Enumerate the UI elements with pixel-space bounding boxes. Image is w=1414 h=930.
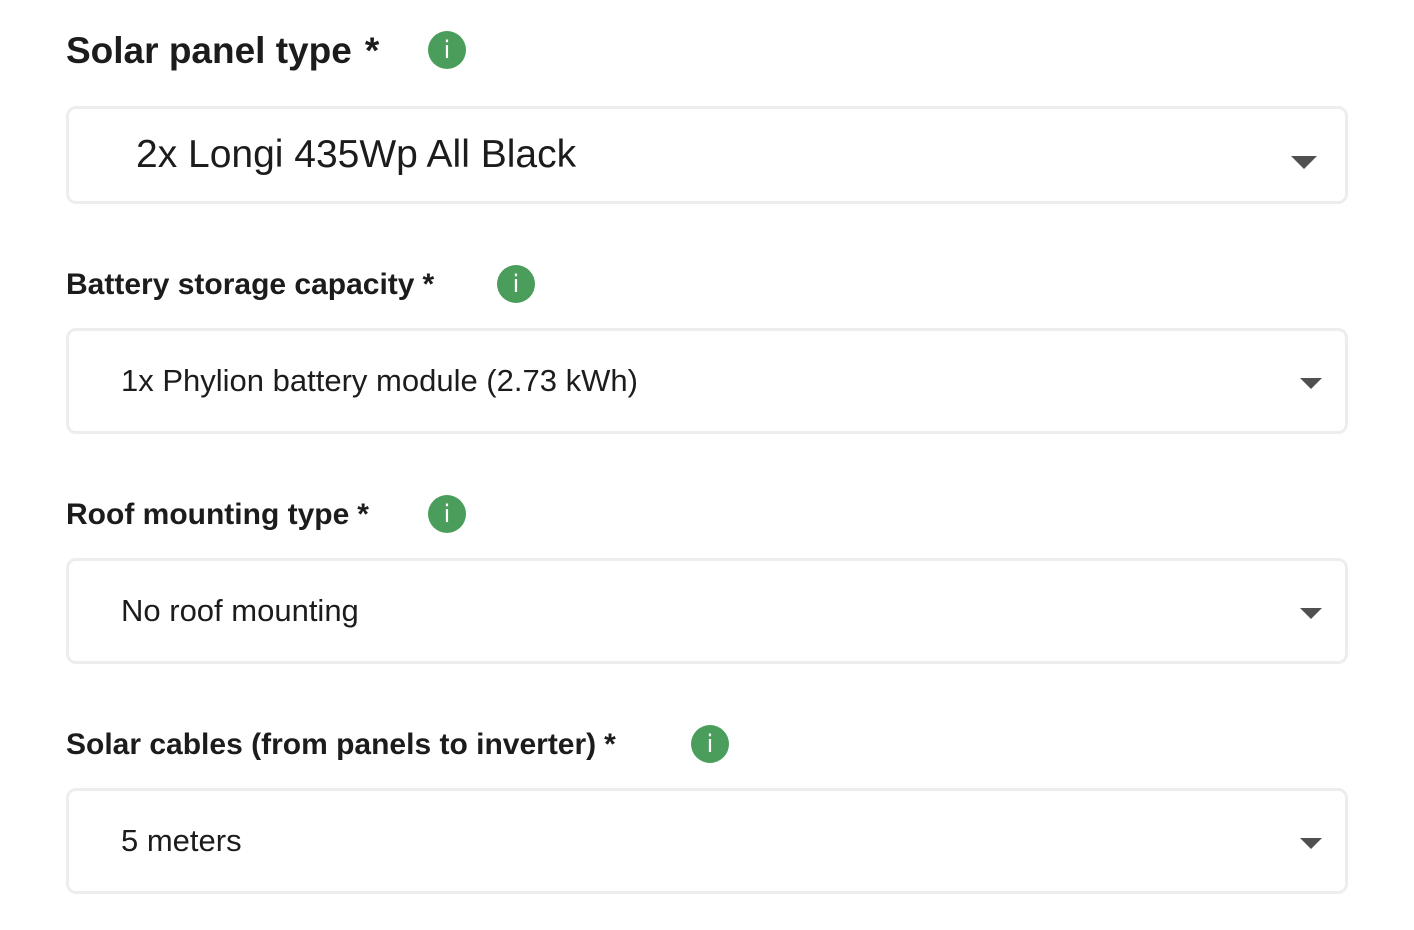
battery-storage-capacity-select[interactable]: 1x Phylion battery module (2.73 kWh) bbox=[66, 328, 1348, 434]
select-value: 1x Phylion battery module (2.73 kWh) bbox=[121, 363, 638, 398]
field-label-text: Solar panel type bbox=[66, 30, 352, 71]
select-value: 5 meters bbox=[121, 823, 242, 858]
required-asterisk: * bbox=[422, 268, 435, 301]
field-label-text: Roof mounting type bbox=[66, 498, 350, 531]
field-label-text: Solar cables (from panels to inverter) bbox=[66, 728, 597, 761]
roof-mounting-type-label: Roof mounting type * bbox=[66, 494, 369, 536]
info-icon[interactable]: i bbox=[428, 495, 466, 533]
caret-down-icon bbox=[1300, 838, 1322, 849]
required-asterisk: * bbox=[604, 728, 616, 761]
solar-panel-type-select[interactable]: 2x Longi 435Wp All Black bbox=[66, 106, 1348, 204]
required-asterisk: * bbox=[364, 30, 380, 71]
info-glyph: i bbox=[512, 270, 520, 298]
required-asterisk: * bbox=[357, 498, 369, 531]
info-icon[interactable]: i bbox=[428, 31, 466, 69]
select-value: 2x Longi 435Wp All Black bbox=[136, 133, 577, 176]
battery-storage-capacity-label: Battery storage capacity * bbox=[66, 264, 434, 306]
caret-down-icon bbox=[1300, 608, 1322, 619]
caret-down-icon bbox=[1291, 156, 1317, 169]
info-icon[interactable]: i bbox=[497, 265, 535, 303]
caret-down-icon bbox=[1300, 378, 1322, 389]
solar-panel-type-label: Solar panel type * bbox=[66, 26, 379, 76]
roof-mounting-type-select[interactable]: No roof mounting bbox=[66, 558, 1348, 664]
field-label-text: Battery storage capacity bbox=[66, 268, 415, 301]
solar-cables-label: Solar cables (from panels to inverter) * bbox=[66, 724, 616, 766]
info-glyph: i bbox=[706, 730, 714, 758]
info-glyph: i bbox=[443, 500, 451, 528]
solar-cables-select[interactable]: 5 meters bbox=[66, 788, 1348, 894]
info-glyph: i bbox=[443, 36, 451, 64]
info-icon[interactable]: i bbox=[691, 725, 729, 763]
select-value: No roof mounting bbox=[121, 593, 359, 628]
